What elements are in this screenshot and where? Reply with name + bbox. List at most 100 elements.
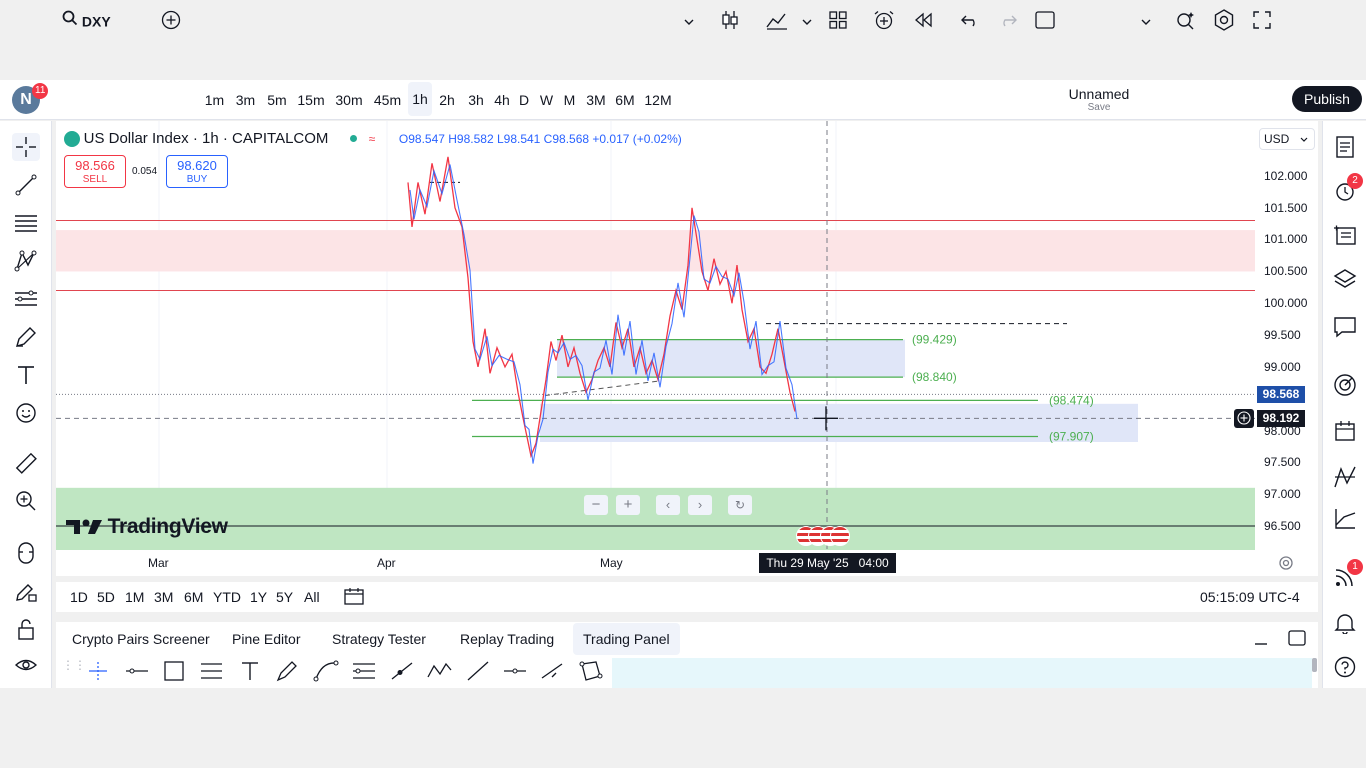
line-icon[interactable] <box>467 661 489 681</box>
range-1y[interactable]: 1Y <box>250 589 267 605</box>
pattern-tool[interactable] <box>12 247 40 275</box>
range-ytd[interactable]: YTD <box>213 589 241 605</box>
layout-grid-button[interactable] <box>826 0 850 40</box>
reset-chart-button[interactable]: ↻ <box>728 495 752 515</box>
ray-point-icon[interactable] <box>504 668 526 674</box>
layout-dropdown[interactable] <box>1138 0 1154 40</box>
watchlist-button[interactable] <box>1331 133 1359 161</box>
indicators-dropdown[interactable] <box>798 0 816 40</box>
goto-date-button[interactable] <box>344 587 366 607</box>
quick-search-button[interactable] <box>1174 0 1198 40</box>
timeframe-5m[interactable]: 5m <box>264 80 290 120</box>
brush-tool[interactable] <box>12 323 40 351</box>
timeframe-1h[interactable]: 1h <box>408 82 432 116</box>
redo-button[interactable] <box>996 0 1020 40</box>
calendar-button[interactable] <box>1331 417 1359 445</box>
tab-replay-trading[interactable]: Replay Trading <box>450 623 564 655</box>
curve-icon[interactable] <box>313 660 339 682</box>
text-icon[interactable] <box>242 662 258 680</box>
text-tool[interactable] <box>12 361 40 389</box>
timeframe-30m[interactable]: 30m <box>333 80 365 120</box>
candle-type-button[interactable] <box>718 0 742 40</box>
stay-drawing-tool[interactable] <box>12 577 40 605</box>
timeframe-45m[interactable]: 45m <box>372 80 403 120</box>
trend-line-icon[interactable] <box>391 662 413 680</box>
timeframe-D[interactable]: D <box>517 80 531 120</box>
range-5y[interactable]: 5Y <box>276 589 293 605</box>
zoom-tool[interactable] <box>12 487 40 515</box>
zoom-in-button[interactable]: + <box>616 495 640 515</box>
tab-strategy-tester[interactable]: Strategy Tester <box>322 623 436 655</box>
object-tree-button[interactable] <box>1331 221 1359 249</box>
timeframe-dropdown[interactable] <box>680 0 698 40</box>
layout-toggle[interactable] <box>1034 0 1056 40</box>
minimize-panel-button[interactable] <box>1254 632 1270 648</box>
scroll-right-button[interactable]: › <box>688 495 712 515</box>
pen-line-icon[interactable] <box>541 663 563 679</box>
pattern-scan-button[interactable] <box>1331 463 1359 491</box>
layout-name[interactable]: Unnamed Save <box>1064 86 1134 114</box>
resistance-zone[interactable] <box>56 230 1256 272</box>
timeframe-W[interactable]: W <box>538 80 555 120</box>
time-axis[interactable] <box>56 550 1318 576</box>
timeframe-3m[interactable]: 3m <box>233 80 258 120</box>
emoji-tool[interactable] <box>12 399 40 427</box>
undo-button[interactable] <box>958 0 982 40</box>
layers-button[interactable] <box>1331 265 1359 293</box>
trend-line-tool[interactable] <box>12 171 40 199</box>
timeframe-3M[interactable]: 3M <box>584 80 608 120</box>
timeframe-15m[interactable]: 15m <box>296 80 326 120</box>
range-5d[interactable]: 5D <box>97 589 115 605</box>
timeframe-M[interactable]: M <box>561 80 578 120</box>
publish-button[interactable]: Publish <box>1292 86 1362 112</box>
dashed-trendline[interactable] <box>544 380 661 397</box>
range-1d[interactable]: 1D <box>70 589 88 605</box>
timeframe-2h[interactable]: 2h <box>436 80 458 120</box>
fib-lines-icon[interactable] <box>201 663 222 679</box>
crosshair-icon[interactable] <box>89 662 107 680</box>
timeframe-1m[interactable]: 1m <box>202 80 227 120</box>
zoom-out-button[interactable]: − <box>584 495 608 515</box>
tab-pine-editor[interactable]: Pine Editor <box>222 623 310 655</box>
magnet-tool[interactable] <box>12 539 40 567</box>
clock-timezone[interactable]: 05:15:09 UTC-4 <box>1200 589 1300 605</box>
timeframe-12M[interactable]: 12M <box>643 80 673 120</box>
tab-trading-panel[interactable]: Trading Panel <box>573 623 680 655</box>
notifications-button[interactable] <box>1331 609 1359 637</box>
range-all[interactable]: All <box>304 589 320 605</box>
chat-button[interactable] <box>1331 313 1359 341</box>
add-alert-button[interactable] <box>1234 409 1254 428</box>
economic-events[interactable] <box>796 526 852 546</box>
price-scale[interactable] <box>1255 121 1318 576</box>
brush-icon[interactable] <box>276 661 297 682</box>
ruler-tool[interactable] <box>12 449 40 477</box>
alert-button[interactable] <box>872 0 896 40</box>
trading-button[interactable] <box>1331 505 1359 533</box>
range-6m[interactable]: 6M <box>184 589 203 605</box>
range-1m[interactable]: 1M <box>125 589 144 605</box>
scroll-left-button[interactable]: ‹ <box>656 495 680 515</box>
timeframe-4h[interactable]: 4h <box>491 80 513 120</box>
legend-title[interactable]: US Dollar Index · 1h · CAPITALCOM <box>84 130 329 147</box>
buy-button[interactable]: 98.620 BUY <box>166 155 228 188</box>
timeframe-3h[interactable]: 3h <box>465 80 487 120</box>
chart-settings-button[interactable] <box>1278 555 1296 573</box>
polyline-icon[interactable] <box>579 661 603 681</box>
symbol-search[interactable]: DXY <box>62 0 122 40</box>
panel-scrollbar[interactable] <box>1312 658 1317 672</box>
fib-tool[interactable] <box>12 209 40 237</box>
help-button[interactable] <box>1331 653 1359 681</box>
replay-button[interactable] <box>912 0 936 40</box>
indicators-button[interactable] <box>764 0 790 40</box>
hide-drawings-tool[interactable] <box>12 651 40 679</box>
rectangle-icon[interactable] <box>164 661 184 681</box>
fullscreen-button[interactable] <box>1250 0 1274 40</box>
settings-button[interactable] <box>1212 0 1236 40</box>
range-3m[interactable]: 3M <box>154 589 173 605</box>
tab-crypto-pairs-screener[interactable]: Crypto Pairs Screener <box>62 623 220 655</box>
zigzag-icon[interactable] <box>427 662 452 678</box>
ideas-button[interactable] <box>1331 371 1359 399</box>
crosshair-tool[interactable] <box>12 133 40 161</box>
channel-icon[interactable] <box>353 663 375 679</box>
compare-add-button[interactable] <box>158 0 184 40</box>
